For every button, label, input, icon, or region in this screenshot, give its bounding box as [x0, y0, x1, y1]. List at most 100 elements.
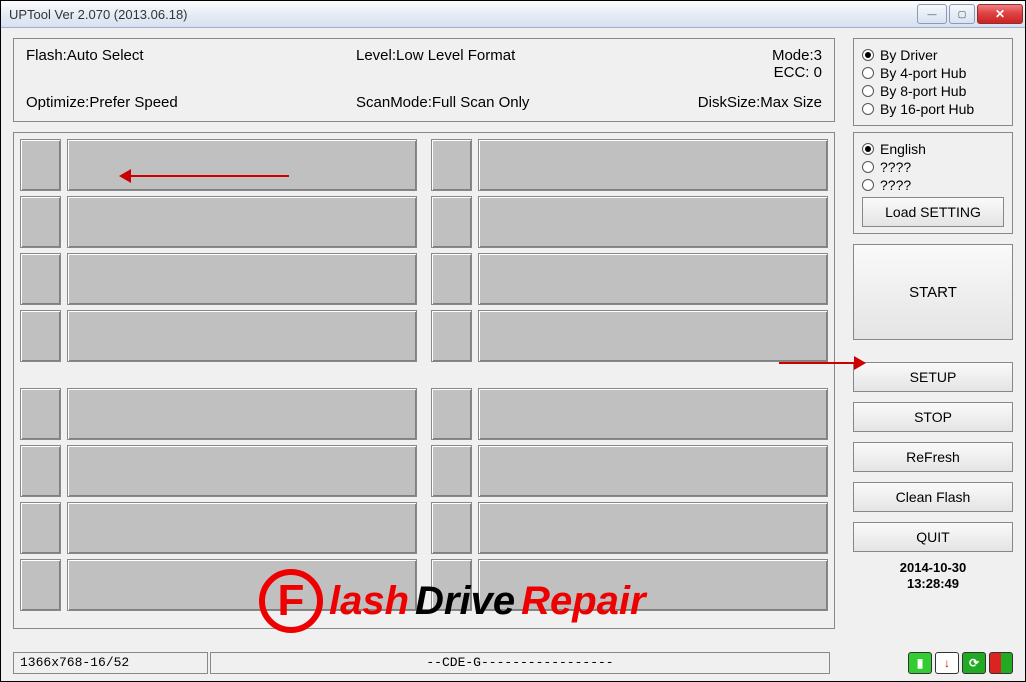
- status-icon-3[interactable]: ⟳: [962, 652, 986, 674]
- slot-body[interactable]: [478, 139, 828, 191]
- refresh-button[interactable]: ReFresh: [853, 442, 1013, 472]
- slot-row: [20, 559, 417, 611]
- port-mode-panel: By Driver By 4-port Hub By 8-port Hub By…: [853, 38, 1013, 126]
- slot-row: [20, 388, 417, 440]
- radio-by-driver[interactable]: By Driver: [862, 47, 1004, 63]
- minimize-button[interactable]: —: [917, 4, 947, 24]
- load-setting-button[interactable]: Load SETTING: [862, 197, 1004, 227]
- slot-index[interactable]: [20, 196, 61, 248]
- status-icon-1[interactable]: ▮: [908, 652, 932, 674]
- status-icons: ▮ ↓ ⟳: [908, 652, 1013, 674]
- status-resolution: 1366x768-16/52: [13, 652, 208, 674]
- slot-index[interactable]: [20, 445, 61, 497]
- slot-body[interactable]: [67, 253, 417, 305]
- slot-row: [20, 502, 417, 554]
- slot-body[interactable]: [67, 196, 417, 248]
- slot-row: [431, 445, 828, 497]
- timestamp: 2014-10-30 13:28:49: [853, 558, 1013, 593]
- slots-panel: [13, 132, 835, 629]
- slot-index[interactable]: [431, 310, 472, 362]
- slot-index[interactable]: [431, 502, 472, 554]
- info-panel: Flash:Auto Select Level:Low Level Format…: [13, 38, 835, 122]
- slot-group-4: [431, 388, 828, 622]
- slot-row: [431, 559, 828, 611]
- slot-index[interactable]: [20, 310, 61, 362]
- slot-index[interactable]: [20, 502, 61, 554]
- slot-row: [431, 253, 828, 305]
- radio-4port[interactable]: By 4-port Hub: [862, 65, 1004, 81]
- slot-index[interactable]: [20, 253, 61, 305]
- slot-row: [20, 310, 417, 362]
- slot-row: [431, 139, 828, 191]
- radio-lang3[interactable]: ????: [862, 177, 1004, 193]
- status-bar: 1366x768-16/52 --CDE-G----------------- …: [13, 651, 1013, 675]
- slot-index[interactable]: [431, 253, 472, 305]
- slot-body[interactable]: [478, 445, 828, 497]
- status-icon-4[interactable]: [989, 652, 1013, 674]
- window-controls: — ▢ ✕: [915, 4, 1023, 24]
- slot-index[interactable]: [431, 139, 472, 191]
- slot-row: [431, 196, 828, 248]
- radio-english[interactable]: English: [862, 141, 1004, 157]
- slot-index[interactable]: [431, 196, 472, 248]
- slot-row: [431, 502, 828, 554]
- slot-row: [20, 196, 417, 248]
- slot-index[interactable]: [20, 559, 61, 611]
- info-flash: Flash:Auto Select: [26, 47, 356, 82]
- radio-icon: [862, 179, 874, 191]
- slot-body[interactable]: [478, 388, 828, 440]
- info-scanmode: ScanMode:Full Scan Only: [356, 94, 676, 111]
- radio-lang2[interactable]: ????: [862, 159, 1004, 175]
- slot-row: [431, 388, 828, 440]
- client-area: Flash:Auto Select Level:Low Level Format…: [1, 28, 1025, 681]
- radio-16port[interactable]: By 16-port Hub: [862, 101, 1004, 117]
- slot-body[interactable]: [67, 445, 417, 497]
- info-level: Level:Low Level Format: [356, 47, 676, 82]
- status-icon-2[interactable]: ↓: [935, 652, 959, 674]
- slot-body[interactable]: [67, 502, 417, 554]
- slot-index[interactable]: [431, 559, 472, 611]
- slot-row: [20, 445, 417, 497]
- slot-group-3: [20, 388, 417, 622]
- info-mode-ecc: Mode:3 ECC: 0: [676, 47, 822, 82]
- slot-body[interactable]: [478, 196, 828, 248]
- lang-panel: English ???? ???? Load SETTING: [853, 132, 1013, 234]
- slot-index[interactable]: [431, 388, 472, 440]
- clean-flash-button[interactable]: Clean Flash: [853, 482, 1013, 512]
- radio-icon: [862, 103, 874, 115]
- slot-body[interactable]: [478, 559, 828, 611]
- slot-index[interactable]: [20, 388, 61, 440]
- start-button[interactable]: START: [853, 244, 1013, 340]
- slot-row: [20, 139, 417, 191]
- info-optimize: Optimize:Prefer Speed: [26, 94, 356, 111]
- radio-icon: [862, 161, 874, 173]
- setup-button[interactable]: SETUP: [853, 362, 1013, 392]
- slot-group-2: [431, 139, 828, 373]
- annotation-arrow-icon: [124, 175, 289, 177]
- radio-icon: [862, 67, 874, 79]
- close-button[interactable]: ✕: [977, 4, 1023, 24]
- info-disksize: DiskSize:Max Size: [676, 94, 822, 111]
- slot-row: [431, 310, 828, 362]
- slot-group-1: [20, 139, 417, 373]
- stop-button[interactable]: STOP: [853, 402, 1013, 432]
- slot-index[interactable]: [431, 445, 472, 497]
- status-drives: --CDE-G-----------------: [210, 652, 830, 674]
- sidebar: By Driver By 4-port Hub By 8-port Hub By…: [853, 38, 1013, 593]
- window-titlebar: UPTool Ver 2.070 (2013.06.18) — ▢ ✕: [1, 1, 1025, 28]
- slot-index[interactable]: [20, 139, 61, 191]
- quit-button[interactable]: QUIT: [853, 522, 1013, 552]
- slot-body[interactable]: [67, 388, 417, 440]
- slot-body[interactable]: [67, 559, 417, 611]
- slot-row: [20, 253, 417, 305]
- annotation-arrow-icon: [779, 362, 861, 364]
- window-title: UPTool Ver 2.070 (2013.06.18): [9, 7, 915, 22]
- maximize-button[interactable]: ▢: [949, 4, 975, 24]
- slot-body[interactable]: [67, 310, 417, 362]
- slot-body[interactable]: [478, 253, 828, 305]
- slot-body[interactable]: [478, 502, 828, 554]
- slot-body[interactable]: [478, 310, 828, 362]
- radio-8port[interactable]: By 8-port Hub: [862, 83, 1004, 99]
- radio-icon: [862, 143, 874, 155]
- radio-icon: [862, 49, 874, 61]
